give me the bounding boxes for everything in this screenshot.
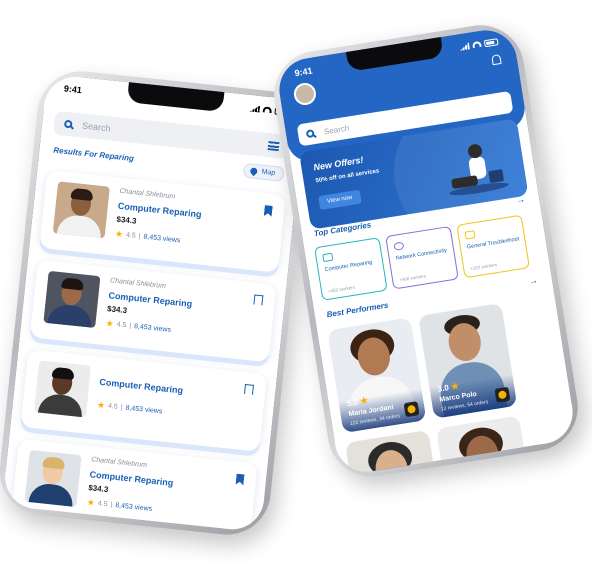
performer-card[interactable] (345, 429, 445, 477)
rating-value: 4.5 (125, 231, 137, 240)
avatar (52, 181, 110, 239)
category-label: Computer Reparing (324, 259, 373, 274)
award-badge-icon (494, 386, 511, 403)
avatar (33, 360, 92, 418)
arrow-right-icon[interactable]: → (515, 194, 525, 205)
map-button[interactable]: Map (242, 162, 285, 182)
search-placeholder: Search (323, 123, 350, 136)
view-count: 8,453 views (143, 233, 181, 245)
service-price: $34.3 (87, 483, 109, 495)
category-workers: +400 workers (398, 273, 427, 283)
service-title: Computer Reparing (98, 376, 184, 396)
rating-value: 4.5 (97, 500, 108, 509)
performer-card[interactable]: 5.0 ★ Maria Jordani 122 reviews, 34 orde… (327, 317, 427, 434)
map-pin-icon (249, 166, 260, 177)
category-network-connectivity[interactable]: Network Connectivity +400 workers (385, 225, 459, 290)
rating-value: 4.5 (107, 402, 119, 411)
status-time: 9:41 (63, 83, 83, 96)
offer-illustration (449, 144, 509, 196)
category-computer-reparing[interactable]: Computer Reparing +450 workers (314, 237, 388, 301)
performer-card[interactable]: 3.0 ★ Marco Polo 12 reviews, 54 orders (418, 302, 518, 419)
rating-value: 4.5 (116, 321, 127, 330)
rating-row: ★ 4.5 | 8,453 views (96, 399, 163, 416)
category-general-troubleshoot[interactable]: General Troubleshoot +152 workers (456, 214, 530, 279)
performer-card[interactable] (435, 415, 536, 477)
bookmark-filled-icon[interactable] (235, 474, 244, 486)
provider-name: Chantal Shlebrum (90, 456, 148, 470)
award-badge-icon (403, 401, 420, 418)
view-count: 8,453 views (125, 404, 163, 416)
star-icon: ★ (114, 228, 124, 240)
rating-row: ★ 4.5 | 8,453 views (114, 228, 181, 245)
arrow-right-icon[interactable]: → (528, 275, 538, 286)
rating-value: 3.0 (437, 383, 450, 394)
network-icon (393, 241, 405, 251)
home-screen: 9:41 Search New Offers! 50% off on all s… (274, 25, 578, 477)
results-title: Results For Reparing (52, 145, 135, 164)
service-card[interactable]: Chantal Shlebrum Computer Reparing $34.3… (39, 170, 286, 273)
bookmark-filled-icon[interactable] (264, 205, 273, 217)
offer-title: New Offers! (312, 154, 365, 173)
avatar (43, 270, 101, 328)
monitor-icon (464, 230, 476, 240)
star-icon: ★ (359, 394, 369, 407)
laptop-icon (322, 252, 334, 263)
star-icon: ★ (105, 318, 115, 329)
category-label: General Troubleshoot (466, 236, 520, 251)
service-card[interactable]: Chantal Shlebrum Computer Reparing $34.3… (10, 438, 258, 533)
signal-icon (250, 104, 261, 112)
wifi-icon (262, 106, 273, 114)
bookmark-outline-icon[interactable] (253, 294, 264, 306)
map-button-label: Map (261, 168, 276, 177)
left-phone-mockup: 9:41 Search Results For Reparing Map Cha… (0, 67, 313, 539)
search-icon (63, 119, 73, 129)
rating-value: 5.0 (346, 397, 359, 409)
right-phone-mockup: 9:41 Search New Offers! 50% off on all s… (267, 18, 585, 484)
bookmark-outline-icon[interactable] (243, 383, 254, 395)
rating-row: ★ 4.5 | 8,453 views (86, 497, 153, 513)
filter-icon[interactable] (267, 140, 280, 151)
best-performers-title: Best Performers (326, 300, 389, 320)
rating-row: ★ 4.5 | 8,453 views (105, 318, 172, 334)
provider-name: Chantal Shlebrum (109, 277, 167, 291)
bell-icon[interactable] (491, 53, 502, 66)
search-placeholder: Search (81, 120, 112, 134)
service-card[interactable]: Computer Reparing ★ 4.5 | 8,453 views (20, 349, 268, 452)
view-now-button[interactable]: View now (318, 189, 362, 211)
star-icon: ★ (96, 399, 106, 411)
category-workers: +152 workers (469, 262, 498, 272)
provider-name: Chantal Shlebrum (119, 187, 176, 201)
star-icon: ★ (86, 497, 96, 508)
star-icon: ★ (450, 380, 460, 392)
view-count: 8,453 views (133, 323, 172, 334)
wifi-icon (471, 40, 482, 49)
service-price: $34.3 (116, 214, 137, 226)
search-icon (305, 129, 315, 139)
signal-icon (459, 42, 470, 50)
results-screen: 9:41 Search Results For Reparing Map Cha… (2, 73, 306, 533)
view-count: 8,453 views (114, 502, 153, 513)
service-card[interactable]: Chantal Shlebrum Computer Reparing $34.3… (29, 259, 277, 363)
category-label: Network Connectivity (395, 247, 448, 262)
service-price: $34.3 (106, 304, 128, 316)
battery-icon (483, 37, 499, 47)
status-time: 9:41 (293, 65, 314, 79)
avatar (24, 449, 82, 507)
category-workers: +450 workers (327, 284, 356, 294)
